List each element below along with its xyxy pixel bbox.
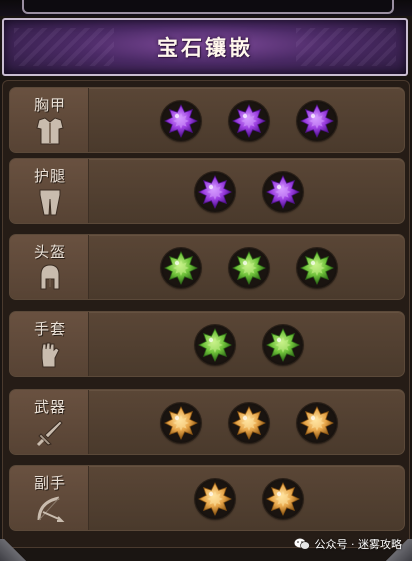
slot-name: 头盔: [33, 243, 66, 261]
gem-socket[interactable]: [263, 479, 303, 519]
slot-label-area: 副手: [10, 466, 89, 530]
gem-row: [88, 235, 404, 299]
slot-name: 武器: [33, 398, 66, 416]
equipment-slot-gloves[interactable]: 手套: [9, 311, 405, 377]
frame-corner-left: [0, 539, 26, 561]
gem-socket[interactable]: [229, 248, 269, 288]
glove-icon: [41, 342, 60, 368]
gem-socket[interactable]: [297, 248, 337, 288]
slot-name: 副手: [33, 474, 66, 492]
equipment-slot-weapon[interactable]: 武器: [9, 389, 405, 455]
header-banner: 宝石镶嵌: [2, 18, 408, 76]
equipment-slot-helmet[interactable]: 头盔: [9, 234, 405, 300]
purple-gem-icon: [198, 175, 232, 209]
gem-socket[interactable]: [161, 101, 201, 141]
gem-socket[interactable]: [195, 479, 235, 519]
green-gem-icon: [266, 328, 300, 362]
helmet-icon: [40, 264, 60, 290]
gem-row: [88, 159, 404, 223]
slot-name: 胸甲: [33, 96, 66, 114]
purple-gem-icon: [164, 104, 198, 138]
slot-name: 护腿: [33, 167, 66, 185]
gem-row: [88, 390, 404, 454]
leg-armor-icon: [39, 189, 61, 216]
gem-row: [88, 466, 404, 530]
gem-socket[interactable]: [263, 172, 303, 212]
slot-label-area: 胸甲: [10, 88, 89, 152]
gold-gem-icon: [266, 482, 300, 516]
gem-socket[interactable]: [195, 325, 235, 365]
slot-label-area: 护腿: [10, 159, 89, 223]
gem-row: [88, 312, 404, 376]
equipment-slot-chest[interactable]: 胸甲: [9, 87, 405, 153]
gold-gem-icon: [198, 482, 232, 516]
gem-socket[interactable]: [297, 403, 337, 443]
slot-label-area: 武器: [10, 390, 89, 454]
slot-label-area: 手套: [10, 312, 89, 376]
gem-socket[interactable]: [229, 403, 269, 443]
purple-gem-icon: [300, 104, 334, 138]
purple-gem-icon: [266, 175, 300, 209]
gem-socket[interactable]: [195, 172, 235, 212]
gold-gem-icon: [164, 406, 198, 440]
green-gem-icon: [232, 251, 266, 285]
top-frame: [22, 0, 394, 14]
equipment-slot-offhand[interactable]: 副手: [9, 465, 405, 531]
wechat-icon: [294, 538, 310, 550]
gem-inlay-panel: 胸甲 护腿 头盔 手套 武器 副手: [2, 80, 410, 548]
header-decoration-right: [296, 28, 396, 66]
gem-row: [88, 88, 404, 152]
watermark-text: 公众号 · 迷雾攻略: [314, 538, 403, 551]
green-gem-icon: [300, 251, 334, 285]
watermark: 公众号 · 迷雾攻略: [294, 535, 403, 553]
green-gem-icon: [198, 328, 232, 362]
page-title: 宝石镶嵌: [157, 36, 253, 60]
gold-gem-icon: [232, 406, 266, 440]
gold-gem-icon: [300, 406, 334, 440]
slot-name: 手套: [33, 320, 66, 338]
header-decoration-left: [14, 28, 114, 66]
gem-socket[interactable]: [161, 403, 201, 443]
gem-socket[interactable]: [297, 101, 337, 141]
green-gem-icon: [164, 251, 198, 285]
gem-socket[interactable]: [229, 101, 269, 141]
purple-gem-icon: [232, 104, 266, 138]
gem-socket[interactable]: [263, 325, 303, 365]
sword-icon: [36, 420, 63, 447]
chest-armor-icon: [36, 117, 64, 145]
gem-socket[interactable]: [161, 248, 201, 288]
equipment-slot-legs[interactable]: 护腿: [9, 158, 405, 224]
bow-icon: [37, 496, 65, 522]
slot-label-area: 头盔: [10, 235, 89, 299]
